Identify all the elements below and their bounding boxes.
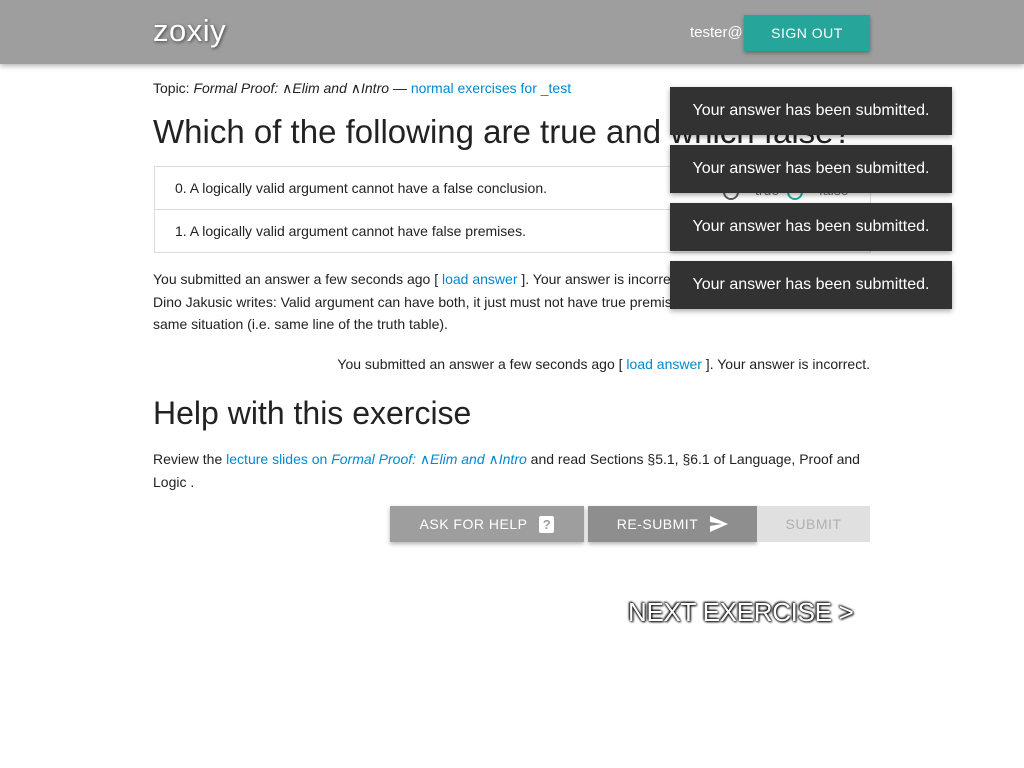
brand-logo[interactable]: zoxiy xyxy=(153,13,226,49)
load-answer-link[interactable]: load answer xyxy=(626,356,702,372)
exercises-link[interactable]: normal exercises for _test xyxy=(411,80,571,96)
user-email: tester@ xyxy=(690,24,743,41)
review-prefix: Review the xyxy=(153,451,227,467)
submit-button[interactable]: SUBMIT xyxy=(757,506,870,542)
answer-feedback-latest: You submitted an answer a few seconds ag… xyxy=(153,356,870,372)
load-answer-link[interactable]: load answer xyxy=(442,271,518,287)
topic-line: Topic: Formal Proof: ∧Elim and ∧Intro — … xyxy=(153,80,571,97)
toast-notification: Your answer has been submitted. xyxy=(670,87,952,135)
question-text: 0. A logically valid argument cannot hav… xyxy=(175,180,548,196)
top-navbar: zoxiy tester@ SIGN OUT xyxy=(0,0,1024,64)
review-text: Review the lecture slides on Formal Proo… xyxy=(153,448,870,493)
toast-notification: Your answer has been submitted. xyxy=(670,145,952,193)
sign-out-button[interactable]: SIGN OUT xyxy=(744,15,870,51)
next-exercise-link[interactable]: NEXT EXERCISE > xyxy=(628,597,854,628)
topic-dash: — xyxy=(389,80,411,96)
slides-link-topic: Formal Proof: ∧Elim and ∧Intro xyxy=(331,451,527,467)
toast-notification: Your answer has been submitted. xyxy=(670,203,952,251)
feedback-prefix: You submitted an answer a few seconds ag… xyxy=(337,356,627,372)
ask-for-help-button[interactable]: ASK FOR HELP ? xyxy=(390,506,584,542)
question-mark-icon: ? xyxy=(539,515,555,533)
send-icon xyxy=(710,516,729,532)
question-text: 1. A logically valid argument cannot hav… xyxy=(175,223,526,239)
toast-notification: Your answer has been submitted. xyxy=(670,261,952,309)
ask-for-help-label: ASK FOR HELP xyxy=(419,516,528,532)
help-title: Help with this exercise xyxy=(153,395,472,431)
resubmit-label: RE-SUBMIT xyxy=(616,516,699,532)
topic-name: Formal Proof: ∧Elim and ∧Intro xyxy=(193,80,390,96)
feedback-suffix: ]. Your answer is incorrect. xyxy=(517,271,686,287)
slides-link-prefix: lecture slides on xyxy=(226,451,332,467)
lecture-slides-link[interactable]: lecture slides on Formal Proof: ∧Elim an… xyxy=(226,451,527,467)
resubmit-button[interactable]: RE-SUBMIT xyxy=(588,506,757,542)
topic-prefix: Topic: xyxy=(153,80,194,96)
feedback-suffix: ]. Your answer is incorrect. xyxy=(701,356,870,372)
feedback-prefix: You submitted an answer a few seconds ag… xyxy=(153,271,442,287)
